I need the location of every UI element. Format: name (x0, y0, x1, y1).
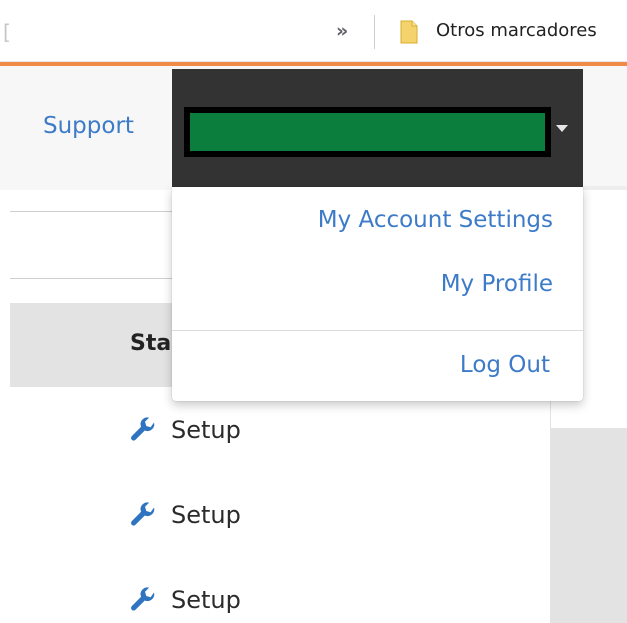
header-edge (583, 186, 627, 190)
table-row[interactable]: Setup (130, 495, 241, 535)
setup-link[interactable]: Setup (171, 585, 241, 615)
redacted-username (184, 107, 551, 157)
divider (10, 278, 180, 279)
menu-item-my-profile[interactable]: My Profile (441, 269, 553, 299)
caret-down-icon[interactable] (556, 125, 568, 132)
user-dropdown-menu: My Account Settings My Profile Log Out (172, 187, 583, 401)
menu-divider (172, 330, 583, 331)
bookmarks-bar: [ » Otros marcadores (0, 0, 627, 62)
menu-item-log-out[interactable]: Log Out (460, 350, 550, 380)
bookmarks-folder-otros-marcadores[interactable]: Otros marcadores (436, 19, 597, 43)
setup-link[interactable]: Setup (171, 500, 241, 530)
bookmark-edge-glyph: [ (3, 20, 11, 44)
table-row[interactable]: Setup (130, 410, 241, 450)
table-header-label-status[interactable]: Sta (130, 329, 171, 359)
wrench-icon (131, 587, 155, 611)
user-menu-toggle[interactable] (172, 69, 583, 187)
support-link[interactable]: Support (43, 111, 134, 141)
bookmarks-divider (374, 15, 375, 49)
side-panel (550, 428, 627, 623)
bookmarks-overflow-chevron[interactable]: » (336, 21, 348, 41)
divider (10, 211, 180, 212)
menu-item-account-settings[interactable]: My Account Settings (318, 205, 553, 235)
wrench-icon (131, 502, 155, 526)
table-row[interactable]: Setup (130, 580, 241, 620)
wrench-icon (131, 417, 155, 441)
folder-icon[interactable] (400, 20, 419, 44)
setup-link[interactable]: Setup (171, 415, 241, 445)
